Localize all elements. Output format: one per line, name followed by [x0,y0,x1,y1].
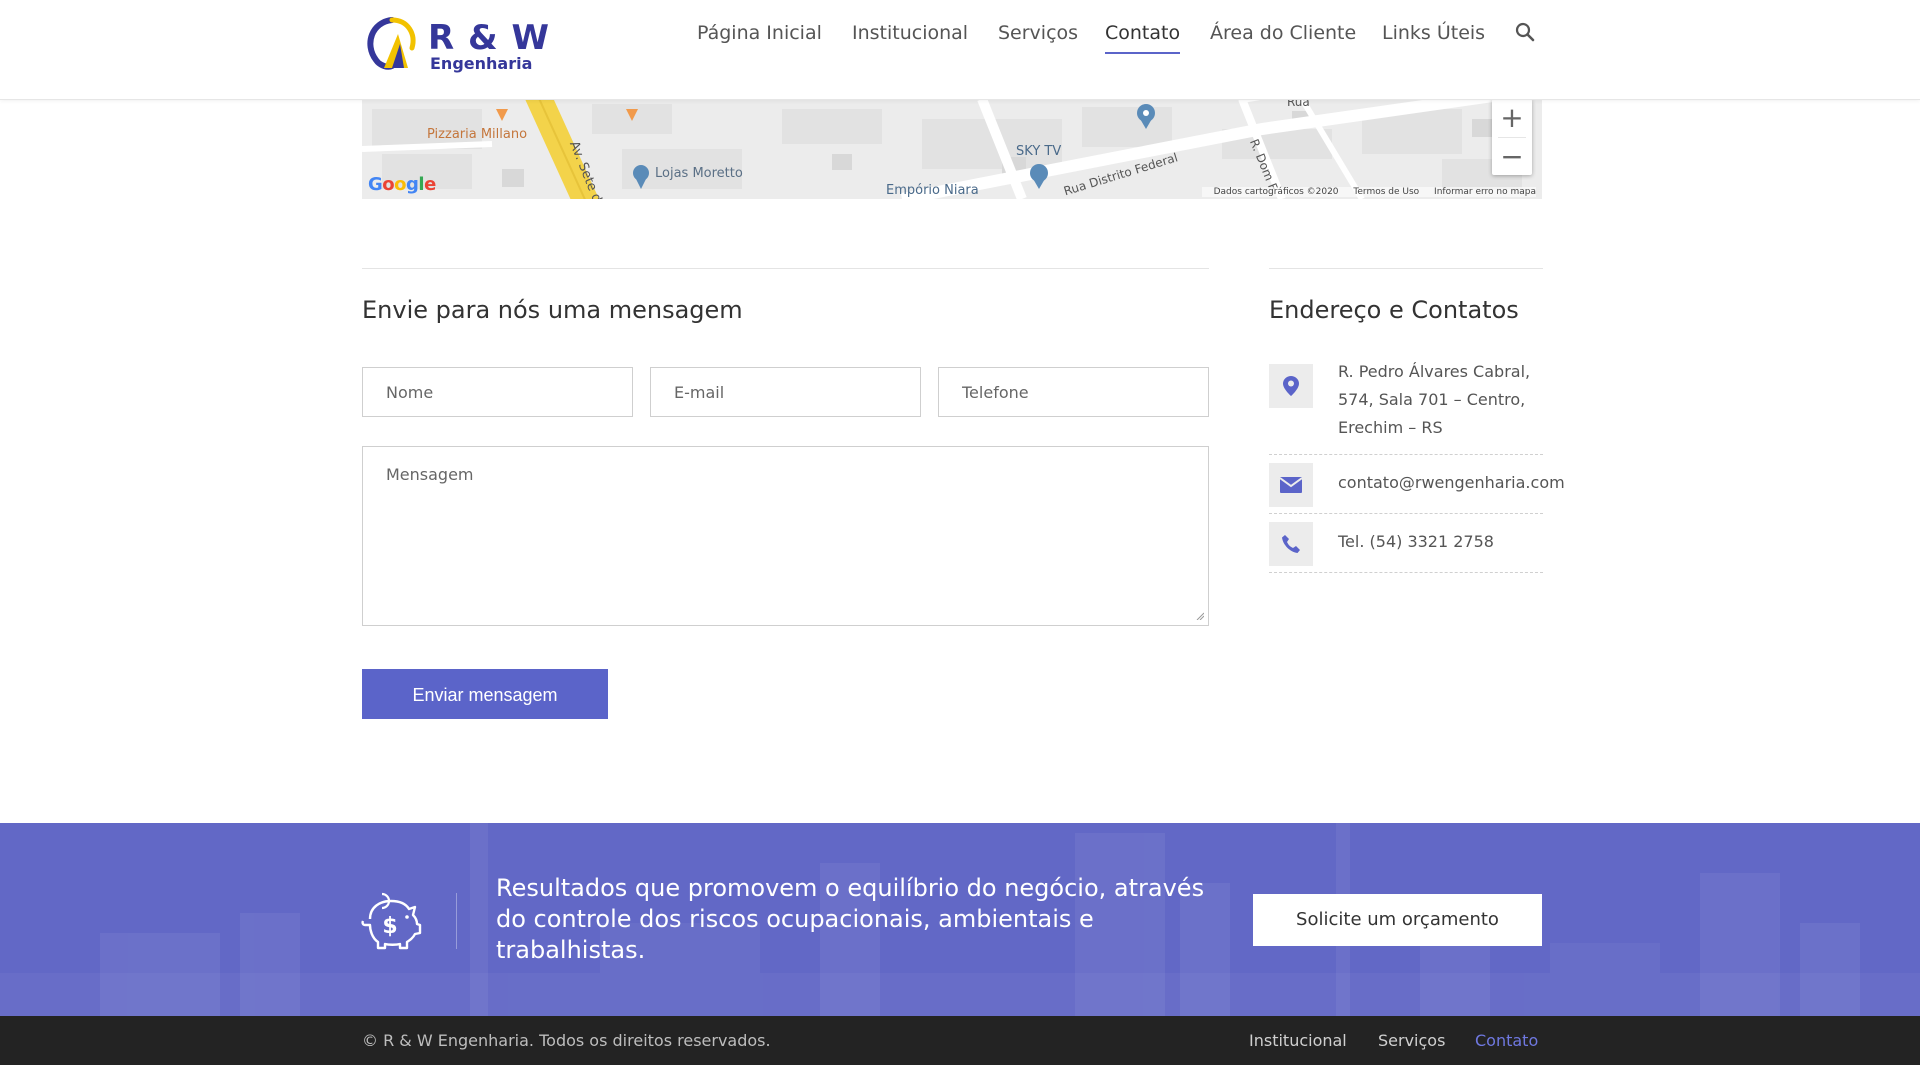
nav-item-contato[interactable]: Contato [1105,20,1181,60]
svg-text:$: $ [382,914,397,939]
contacts-title: Endereço e Contatos [1269,296,1519,324]
nav-item-area-cliente[interactable]: Área do Cliente [1210,20,1356,60]
zoom-out-button[interactable]: − [1492,138,1532,176]
logo[interactable]: R & W Engenharia [362,14,549,74]
contact-divider [1269,454,1543,455]
map-label-rua-top: Rua [1287,99,1310,109]
map-zoom-control: + − [1492,99,1532,175]
phone-input[interactable] [938,367,1209,417]
cta-divider [456,893,457,949]
contact-phone-icon-box [1269,522,1313,566]
nav-item-institucional[interactable]: Institucional [852,20,968,60]
site-header: R & W Engenharia Página Inicial Instituc… [0,0,1920,100]
google-logo: Google [368,174,436,195]
address-line-2: 574, Sala 701 – Centro, [1338,390,1526,409]
name-input[interactable] [362,367,633,417]
cta-band: $ Resultados que promovem o equilíbrio d… [0,823,1920,1016]
request-quote-button[interactable]: Solicite um orçamento [1253,894,1542,946]
contact-divider [1269,513,1543,514]
nav-item-home[interactable]: Página Inicial [697,20,822,60]
logo-subtitle: Engenharia [430,54,533,73]
nav-item-servicos[interactable]: Serviços [998,20,1078,60]
map-data-credit: Dados cartográficos ©2020 [1213,187,1339,197]
contact-email-icon-box [1269,463,1313,507]
cta-tagline: Resultados que promovem o equilíbrio do … [496,874,1205,964]
nav-item-links-uteis[interactable]: Links Úteis [1382,20,1485,60]
phone-icon [1282,535,1300,553]
map-footer: Dados cartográficos ©2020 Termos de Uso … [1201,187,1536,197]
envelope-icon [1280,477,1302,493]
send-message-button[interactable]: Enviar mensagem [362,669,608,719]
footer-link-servicos[interactable]: Serviços [1378,1016,1445,1065]
map-pin-icon [1283,376,1299,396]
email-input[interactable] [650,367,921,417]
contact-email-link[interactable]: contato@rwengenharia.com [1338,469,1565,497]
form-top-rule [362,268,1209,269]
logo-brand: R & W [428,18,551,58]
contact-divider [1269,572,1543,573]
footer-link-institucional[interactable]: Institucional [1249,1016,1347,1065]
resize-grip-icon[interactable] [1196,612,1204,620]
map-label-pizzaria: Pizzaria Millano [427,127,528,142]
contact-address-icon-box [1269,364,1313,408]
piggy-bank-icon: $ [361,892,422,950]
map-terms-link[interactable]: Termos de Uso [1353,187,1419,197]
address-line-3: Erechim – RS [1338,418,1443,437]
logo-mark-icon [367,17,416,70]
form-title: Envie para nós uma mensagem [362,296,743,324]
search-icon[interactable] [1515,22,1535,42]
contacts-top-rule [1269,268,1543,269]
map-label-lojas: Lojas Moretto [655,166,743,181]
map-label-skytv: SKY TV [1016,144,1062,159]
map-report-link[interactable]: Informar erro no mapa [1434,187,1536,197]
zoom-in-button[interactable]: + [1492,99,1532,137]
footer-link-contato[interactable]: Contato [1475,1016,1538,1065]
address-line-1: R. Pedro Álvares Cabral, [1338,362,1531,381]
location-map[interactable]: Pizzaria Millano Av. Sete de Lojas Moret… [362,99,1542,199]
message-textarea[interactable] [362,446,1209,626]
map-label-emporio: Empório Niara [886,183,979,198]
contact-phone-text: Tel. (54) 3321 2758 [1338,532,1494,551]
site-footer: © R & W Engenharia. Todos os direitos re… [0,1016,1920,1065]
copyright-text: © R & W Engenharia. Todos os direitos re… [362,1031,771,1050]
